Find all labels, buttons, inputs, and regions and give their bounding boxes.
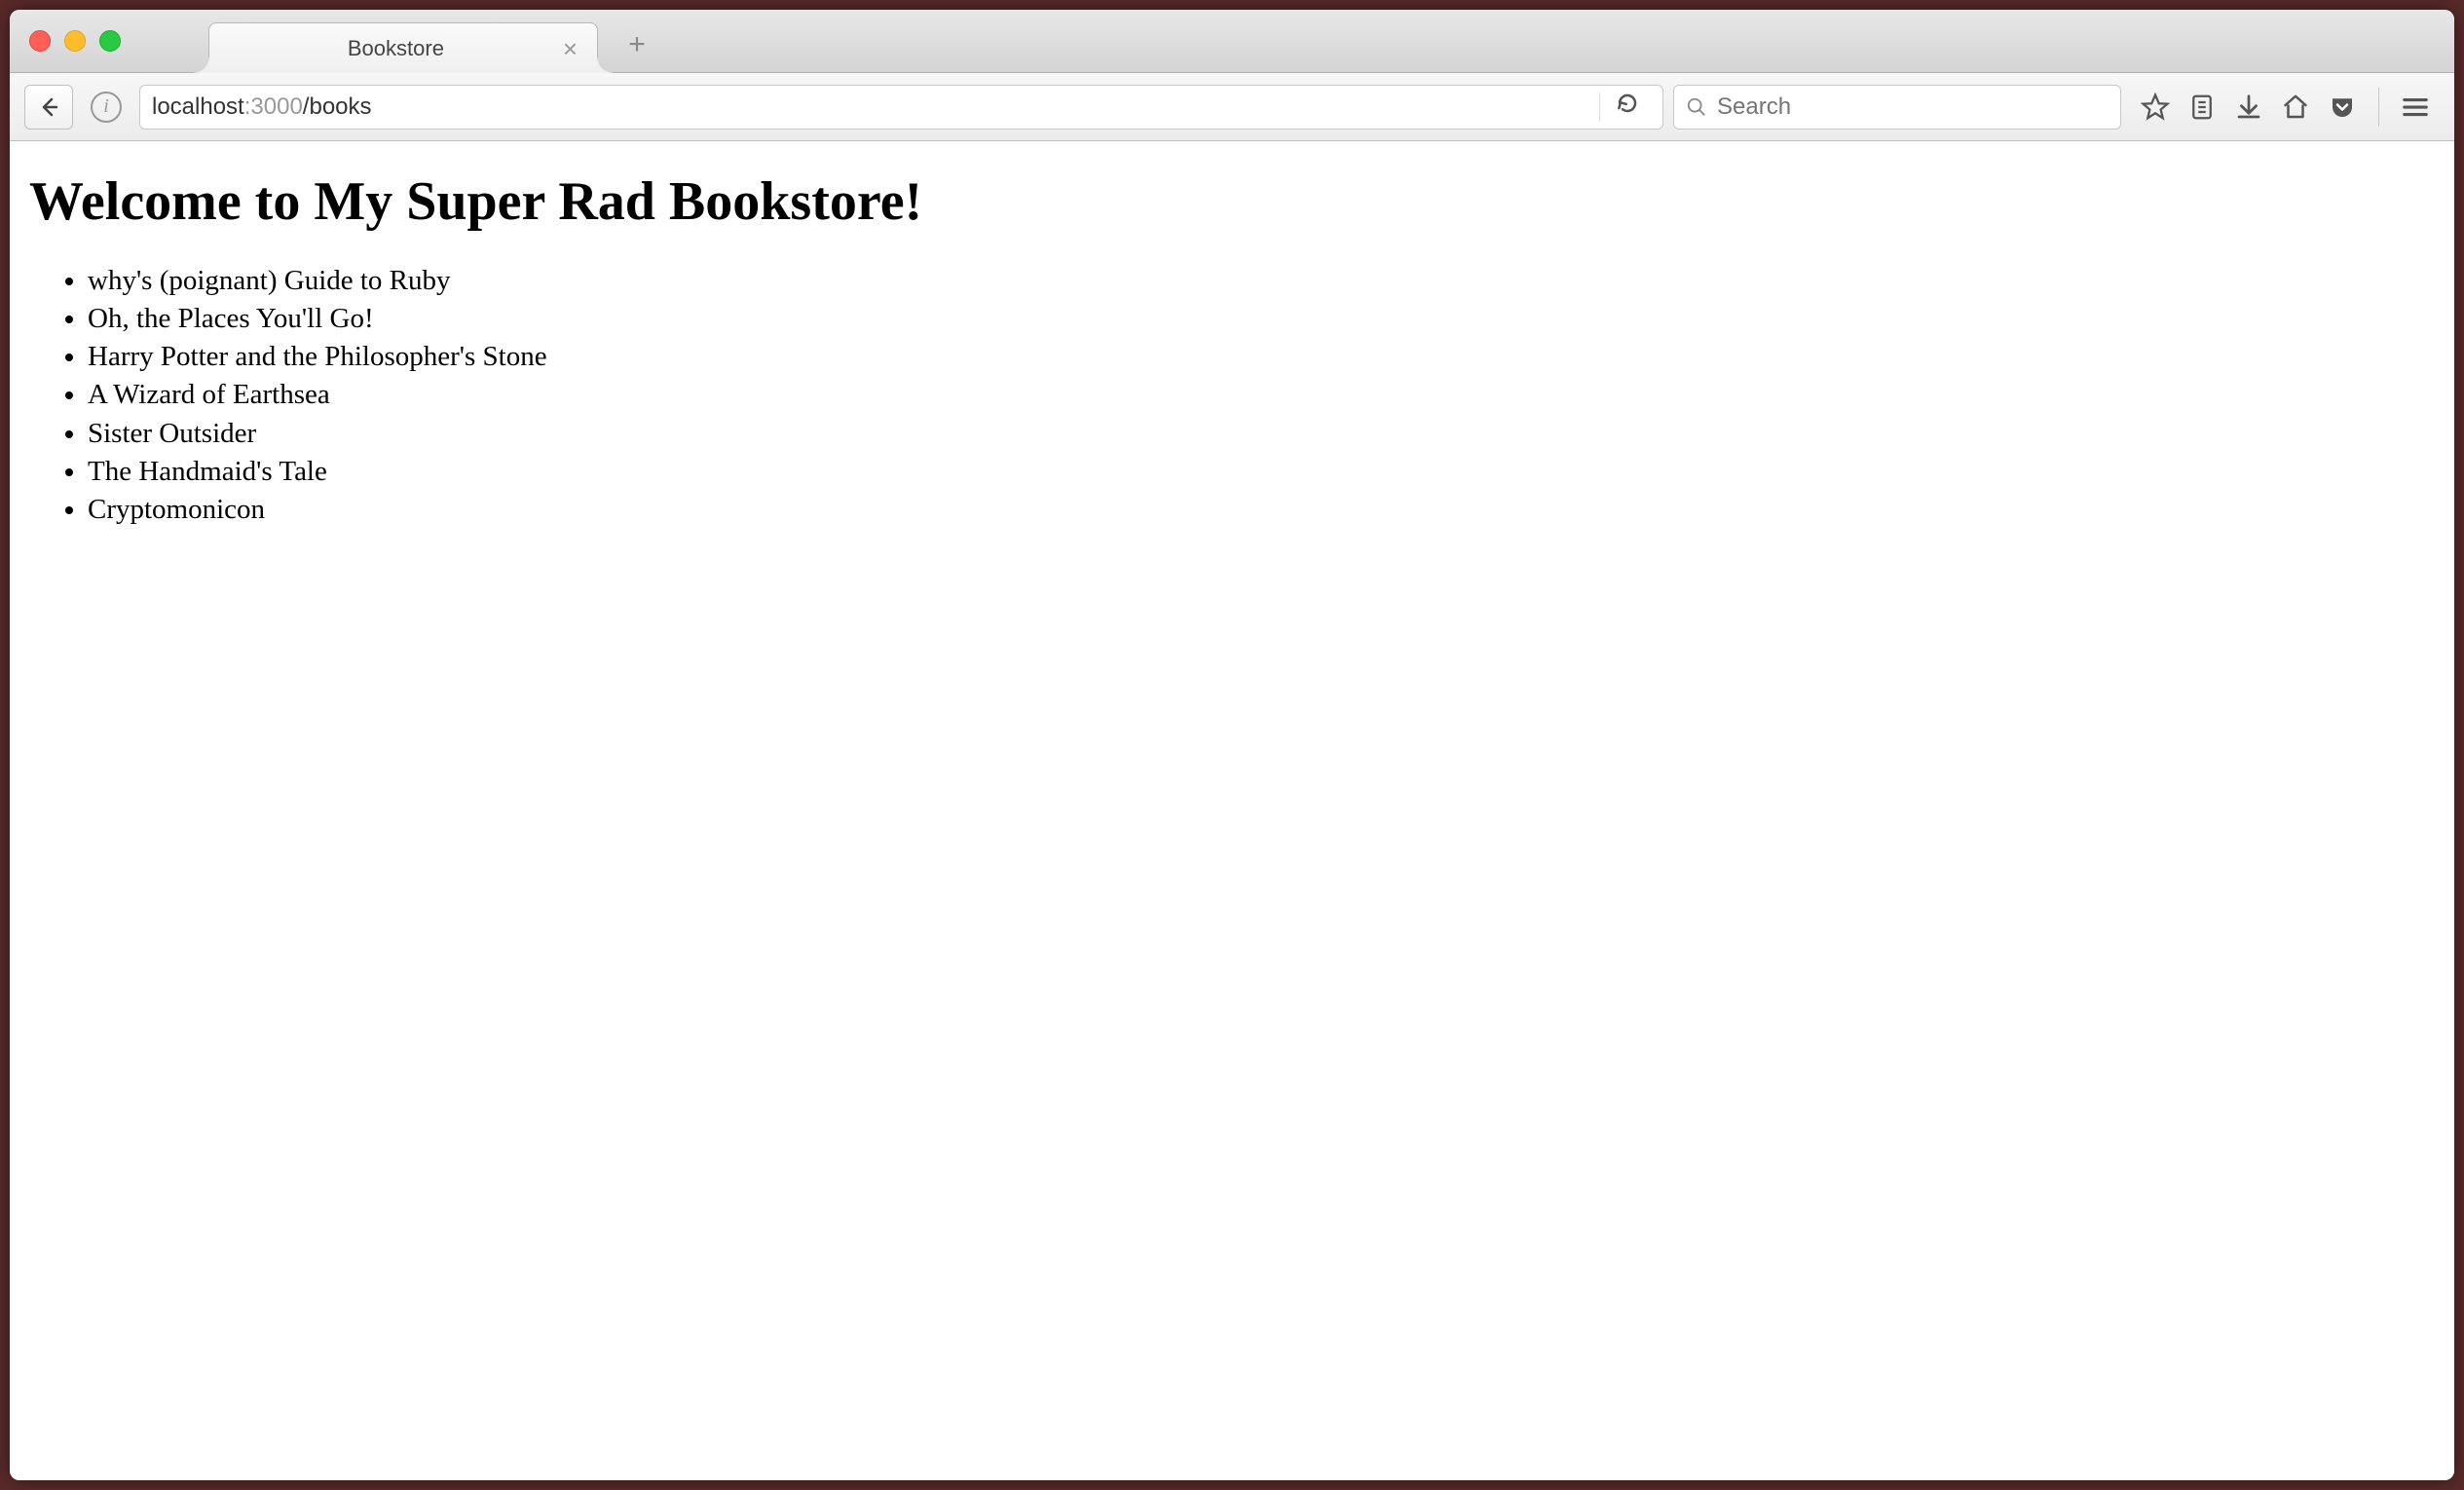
page-heading: Welcome to My Super Rad Bookstore! (29, 170, 2435, 233)
maximize-window-button[interactable] (99, 30, 121, 52)
book-list: why's (poignant) Guide to Ruby Oh, the P… (88, 262, 2435, 529)
home-icon[interactable] (2281, 93, 2310, 122)
url-separator (1599, 93, 1600, 122)
search-icon (1686, 96, 1707, 118)
toolbar-divider (2378, 88, 2379, 127)
url-host: localhost (152, 93, 244, 121)
close-tab-icon[interactable]: × (563, 36, 578, 61)
reload-button[interactable] (1604, 92, 1651, 122)
toolbar: i localhost:3000/books (10, 73, 2454, 141)
list-item: A Wizard of Earthsea (88, 376, 2435, 414)
list-item: why's (poignant) Guide to Ruby (88, 262, 2435, 300)
new-tab-button[interactable]: + (617, 25, 656, 64)
list-item: Oh, the Places You'll Go! (88, 300, 2435, 338)
traffic-lights (29, 30, 121, 52)
bookmark-star-icon[interactable] (2141, 93, 2170, 122)
back-button[interactable] (24, 85, 73, 130)
pocket-icon[interactable] (2328, 93, 2357, 122)
list-item: Harry Potter and the Philosopher's Stone (88, 338, 2435, 376)
url-port: :3000 (244, 93, 303, 121)
titlebar: Bookstore × + (10, 10, 2454, 73)
list-item: Sister Outsider (88, 415, 2435, 453)
search-input[interactable] (1717, 93, 2109, 121)
page-content: Welcome to My Super Rad Bookstore! why's… (10, 141, 2454, 1480)
hamburger-menu-icon[interactable] (2401, 93, 2430, 122)
minimize-window-button[interactable] (64, 30, 86, 52)
list-item: Cryptomonicon (88, 491, 2435, 529)
downloads-icon[interactable] (2234, 93, 2263, 122)
back-arrow-icon (37, 95, 60, 119)
toolbar-icons (2131, 88, 2440, 127)
list-item: The Handmaid's Tale (88, 453, 2435, 491)
tab-bar: Bookstore × + (208, 10, 656, 72)
tab-title: Bookstore (229, 36, 563, 61)
site-info-icon[interactable]: i (91, 92, 122, 123)
browser-window: Bookstore × + i localhost:3000/books (10, 10, 2454, 1480)
url-bar[interactable]: localhost:3000/books (139, 85, 1663, 130)
reading-list-icon[interactable] (2187, 93, 2217, 122)
url-path: /books (303, 93, 372, 121)
browser-tab[interactable]: Bookstore × (208, 22, 598, 73)
reload-icon (1616, 92, 1639, 115)
search-bar[interactable] (1673, 85, 2121, 130)
close-window-button[interactable] (29, 30, 51, 52)
